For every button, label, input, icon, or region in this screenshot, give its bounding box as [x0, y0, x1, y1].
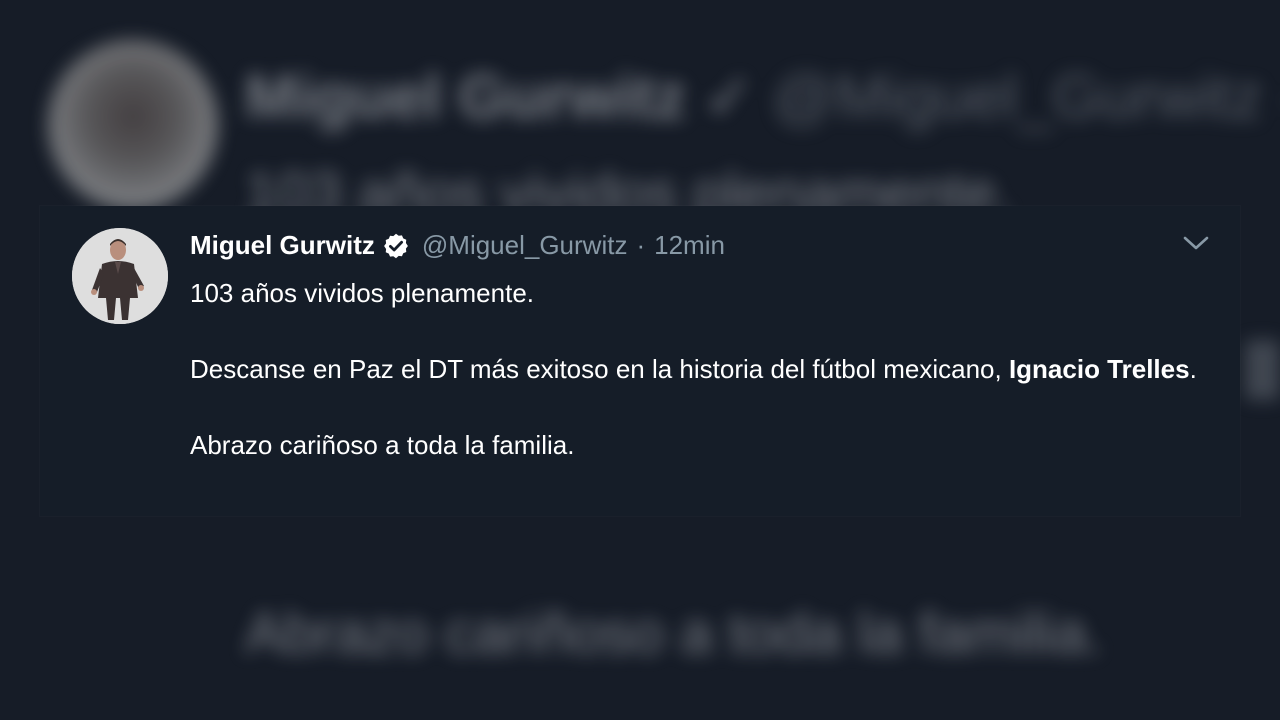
blurred-text-line3: Abrazo cariñoso a toda la familia.	[245, 601, 1103, 666]
tweet-text-bold-name: Ignacio Trelles	[1008, 354, 1190, 384]
blurred-display-name: Miguel Gurwitz	[245, 63, 686, 132]
tweet-card[interactable]: Miguel Gurwitz @Miguel_Gurwitz · 12min 1…	[40, 206, 1240, 516]
separator-dot: ·	[636, 230, 646, 260]
avatar[interactable]	[72, 228, 168, 324]
tweet-text-line2: Descanse en Paz el DT más exitoso en la …	[190, 350, 1220, 388]
tweet-text-line3: Abrazo cariñoso a toda la familia.	[190, 430, 575, 460]
display-name[interactable]: Miguel Gurwitz	[190, 230, 375, 261]
timestamp[interactable]: 12min	[654, 230, 725, 261]
user-handle[interactable]: @Miguel_Gurwitz	[422, 230, 628, 261]
tweet-text-line1: 103 años vividos plenamente.	[190, 278, 535, 308]
verified-badge-icon	[382, 232, 410, 260]
chevron-down-icon[interactable]	[1182, 232, 1210, 254]
blurred-avatar	[48, 40, 218, 210]
tweet-text-line2-prefix: Descanse en Paz el DT más exitoso en la …	[190, 354, 1009, 384]
blurred-handle: @Miguel_Gurwitz	[772, 63, 1263, 132]
blurred-edge	[1245, 340, 1280, 400]
screenshot-stage: Miguel Gurwitz ✓ @Miguel_Gurwitz · 12min…	[0, 0, 1280, 720]
tweet-text: 103 años vividos plenamente. Descanse en…	[190, 274, 1220, 464]
tweet-header: Miguel Gurwitz @Miguel_Gurwitz · 12min	[190, 230, 725, 261]
tweet-text-line2-suffix: .	[1189, 354, 1197, 384]
avatar-photo	[72, 228, 168, 324]
blurred-header: Miguel Gurwitz ✓ @Miguel_Gurwitz · 12min	[245, 63, 1280, 132]
